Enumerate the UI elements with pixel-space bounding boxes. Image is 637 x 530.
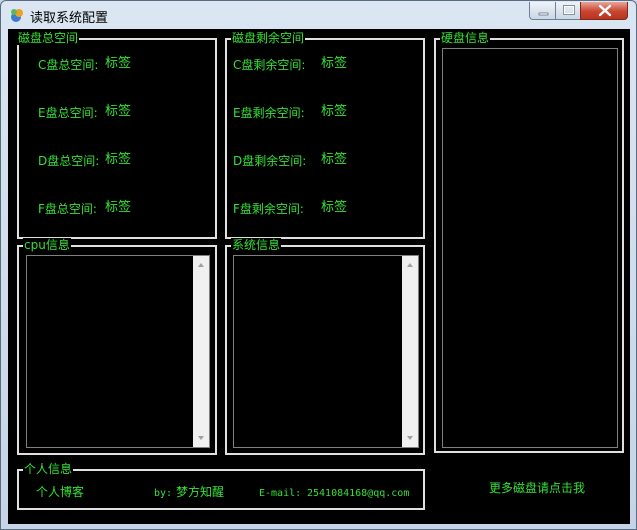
- c-free-value: 标签: [321, 56, 348, 71]
- system-info-scrollbar[interactable]: [402, 256, 418, 447]
- d-free-value: 标签: [321, 152, 348, 167]
- email-label: E-mail:: [259, 488, 302, 499]
- system-info-group: 系统信息: [225, 238, 425, 455]
- close-button[interactable]: [580, 2, 628, 20]
- f-free-label: F盘剩余空间:: [233, 202, 304, 216]
- cpu-info-textbox[interactable]: [26, 255, 210, 448]
- e-free-label: E盘剩余空间:: [233, 106, 305, 120]
- f-free-value: 标签: [321, 200, 348, 215]
- free-space-group: 磁盘剩余空间 C盘剩余空间: 标签 E盘剩余空间: 标签 D盘剩余空间: 标签 …: [225, 31, 425, 239]
- cpu-info-title: cpu信息: [23, 238, 71, 252]
- c-total-label: C盘总空间:: [38, 58, 99, 72]
- f-total-value: 标签: [105, 200, 132, 215]
- f-total-label: F盘总空间:: [38, 202, 97, 216]
- total-space-title: 磁盘总空间: [17, 31, 80, 45]
- blog-link[interactable]: 个人博客: [36, 485, 84, 499]
- e-free-value: 标签: [321, 104, 348, 119]
- d-free-label: D盘剩余空间:: [233, 154, 307, 168]
- disk-info-list[interactable]: [442, 48, 618, 448]
- author-name: 梦方知醒: [176, 485, 225, 499]
- personal-info-title: 个人信息: [23, 462, 74, 476]
- scroll-down-icon[interactable]: [402, 431, 418, 445]
- email-value: 2541084168@qq.com: [307, 488, 410, 499]
- total-space-group: 磁盘总空间 C盘总空间: 标签 E盘总空间: 标签 D盘总空间: 标签 F盘总空…: [17, 31, 217, 239]
- e-total-label: E盘总空间:: [38, 106, 98, 120]
- scroll-up-icon[interactable]: [193, 258, 209, 272]
- scroll-up-icon[interactable]: [402, 258, 418, 272]
- title-bar[interactable]: 读取系统配置: [1, 1, 636, 29]
- maximize-icon: [563, 5, 575, 15]
- cpu-info-scrollbar[interactable]: [193, 256, 209, 447]
- cpu-info-group: cpu信息: [17, 238, 217, 455]
- minimize-button[interactable]: [529, 2, 556, 20]
- e-total-value: 标签: [105, 104, 132, 119]
- app-window: 读取系统配置 磁盘总空间 C盘总空间: 标签 E盘总空间: 标签 D盘总空间: …: [0, 0, 637, 530]
- disk-info-title: 硬盘信息: [440, 31, 491, 45]
- scroll-down-icon[interactable]: [193, 431, 209, 445]
- free-space-title: 磁盘剩余空间: [231, 31, 306, 45]
- client-area: 磁盘总空间 C盘总空间: 标签 E盘总空间: 标签 D盘总空间: 标签 F盘总空…: [8, 29, 630, 524]
- app-icon: [11, 9, 23, 22]
- system-info-title: 系统信息: [231, 238, 282, 252]
- disk-info-group: 硬盘信息: [434, 31, 624, 453]
- minimize-icon: [538, 12, 549, 16]
- by-label: by:: [154, 488, 173, 499]
- close-icon: [598, 4, 612, 17]
- c-total-value: 标签: [105, 56, 132, 71]
- personal-info-group: 个人信息 个人博客 by: 梦方知醒 E-mail: 2541084168@qq…: [17, 462, 425, 510]
- d-total-label: D盘总空间:: [38, 154, 100, 168]
- c-free-label: C盘剩余空间:: [233, 58, 306, 72]
- maximize-button[interactable]: [555, 2, 581, 20]
- more-disks-link[interactable]: 更多磁盘请点击我: [489, 481, 585, 495]
- d-total-value: 标签: [105, 152, 132, 167]
- system-info-textbox[interactable]: [233, 255, 419, 448]
- window-title: 读取系统配置: [30, 11, 109, 26]
